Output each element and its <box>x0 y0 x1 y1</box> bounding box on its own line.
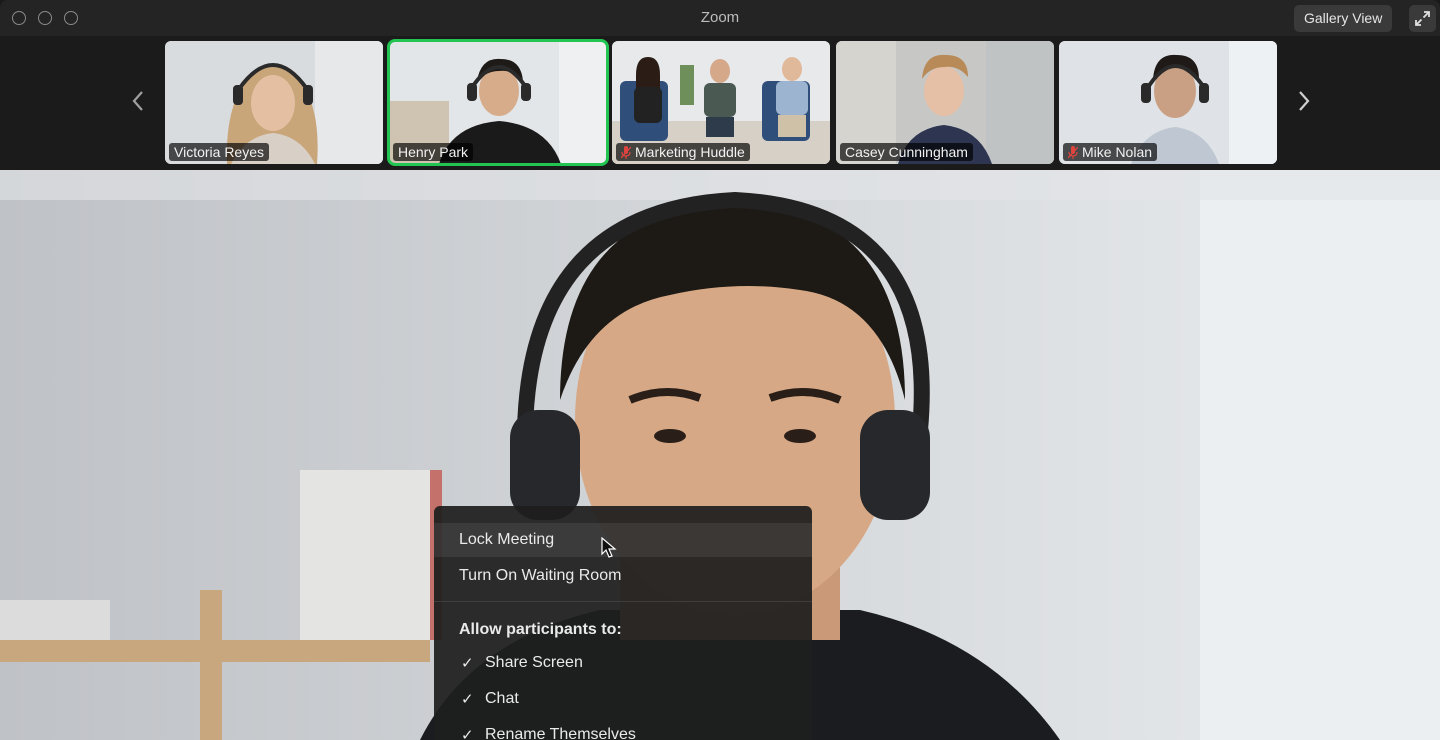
strip-next-button[interactable] <box>1298 90 1310 118</box>
chevron-left-icon <box>132 91 143 111</box>
fullscreen-button[interactable] <box>1409 5 1436 32</box>
participant-tile-marketing-huddle[interactable]: Marketing Huddle <box>612 41 830 164</box>
permission-share-screen[interactable]: ✓ Share Screen <box>434 648 812 678</box>
window-title: Zoom <box>700 9 740 26</box>
permission-rename-themselves[interactable]: ✓ Rename Themselves <box>434 720 812 740</box>
microphone-muted-icon <box>621 145 631 159</box>
checkmark-icon: ✓ <box>461 691 474 708</box>
participant-name-label: Casey Cunningham <box>840 143 973 161</box>
title-bar: Zoom Gallery View <box>0 0 1440 36</box>
security-menu: Lock Meeting Turn On Waiting Room Allow … <box>434 506 812 740</box>
participant-name-label: Victoria Reyes <box>169 143 270 161</box>
zoom-window: Zoom Gallery View Victoria Reyes Henry P… <box>0 0 1440 740</box>
expand-icon <box>1415 11 1430 26</box>
participant-name-label: Marketing Huddle <box>616 143 750 161</box>
participant-strip: Victoria Reyes Henry Park Marketing Hudd… <box>0 36 1440 170</box>
checkmark-icon: ✓ <box>461 727 474 740</box>
participant-tile-victoria-reyes[interactable]: Victoria Reyes <box>165 41 383 164</box>
menu-divider <box>434 601 812 602</box>
chevron-right-icon <box>1299 91 1310 111</box>
strip-prev-button[interactable] <box>132 90 144 118</box>
participant-tile-mike-nolan[interactable]: Mike Nolan <box>1059 41 1277 164</box>
permission-chat[interactable]: ✓ Chat <box>434 684 812 714</box>
waiting-room-item[interactable]: Turn On Waiting Room <box>434 559 812 593</box>
participant-name-label: Mike Nolan <box>1063 143 1158 161</box>
lock-meeting-item[interactable]: Lock Meeting <box>434 523 812 557</box>
participant-tile-henry-park[interactable]: Henry Park <box>387 39 609 166</box>
participant-name-label: Henry Park <box>393 143 474 161</box>
gallery-view-button[interactable]: Gallery View <box>1294 5 1393 32</box>
mouse-cursor-icon <box>601 537 617 558</box>
microphone-muted-icon <box>1068 145 1078 159</box>
permissions-heading: Allow participants to: <box>459 621 622 638</box>
checkmark-icon: ✓ <box>461 655 474 672</box>
participant-tile-casey-cunningham[interactable]: Casey Cunningham <box>836 41 1054 164</box>
